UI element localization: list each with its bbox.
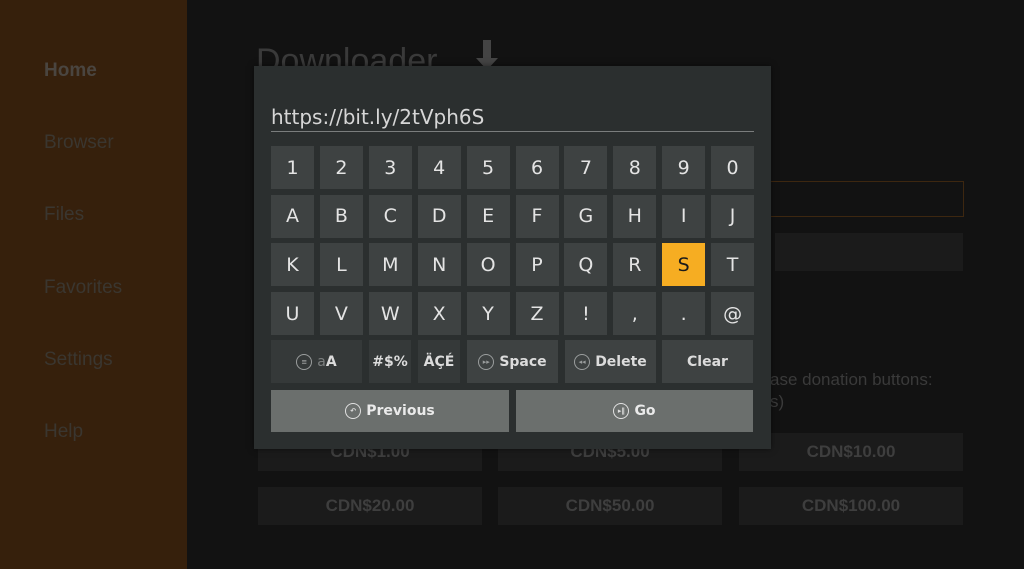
case-upper-label: A <box>325 353 337 370</box>
donation-text-line1: ase donation buttons: <box>770 370 933 389</box>
key-p[interactable]: P <box>515 243 559 287</box>
donation-text: ase donation buttons: s) <box>770 369 933 413</box>
delete-key[interactable]: ◂◂ Delete <box>565 340 656 383</box>
key-8[interactable]: 8 <box>613 146 657 189</box>
key-z[interactable]: Z <box>515 292 559 336</box>
key-2[interactable]: 2 <box>319 146 363 189</box>
key-d[interactable]: D <box>417 194 461 238</box>
previous-button[interactable]: ↶ Previous <box>271 390 509 432</box>
key-symbol[interactable]: @ <box>711 292 755 336</box>
menu-icon: ≡ <box>296 353 313 370</box>
space-label: Space <box>499 353 547 370</box>
go-button[interactable]: ▸‖ Go <box>516 390 753 432</box>
donation-button-10[interactable]: CDN$10.00 <box>739 433 963 471</box>
key-w[interactable]: W <box>368 292 412 336</box>
case-toggle-key[interactable]: ≡ aA <box>271 340 362 383</box>
key-6[interactable]: 6 <box>515 146 559 189</box>
accents-key[interactable]: ÄÇÉ <box>418 340 460 383</box>
key-l[interactable]: L <box>319 243 363 287</box>
key-e[interactable]: E <box>466 194 510 238</box>
delete-label: Delete <box>595 353 647 370</box>
sidebar: Home Browser Files Favorites Settings He… <box>0 0 187 569</box>
key-k[interactable]: K <box>271 243 314 287</box>
key-h[interactable]: H <box>613 194 657 238</box>
key-j[interactable]: J <box>711 194 755 238</box>
key-1[interactable]: 1 <box>271 146 314 189</box>
fast-forward-icon: ▸▸ <box>478 353 495 370</box>
sidebar-item-home[interactable]: Home <box>44 60 97 82</box>
url-field-background[interactable] <box>760 181 964 217</box>
donation-text-line2: s) <box>770 392 785 411</box>
key-5[interactable]: 5 <box>466 146 510 189</box>
key-symbol[interactable]: , <box>613 292 657 336</box>
key-a[interactable]: A <box>271 194 314 238</box>
donation-button-50[interactable]: CDN$50.00 <box>498 487 722 525</box>
sidebar-item-favorites[interactable]: Favorites <box>44 277 122 299</box>
key-i[interactable]: I <box>662 194 706 238</box>
url-input[interactable]: https://bit.ly/2tVph6S <box>271 104 754 132</box>
key-m[interactable]: M <box>368 243 412 287</box>
play-pause-icon: ▸‖ <box>613 403 630 419</box>
key-x[interactable]: X <box>417 292 461 336</box>
key-symbol[interactable]: . <box>662 292 706 336</box>
key-r[interactable]: R <box>613 243 657 287</box>
sidebar-item-help[interactable]: Help <box>44 421 83 443</box>
key-q[interactable]: Q <box>564 243 608 287</box>
key-b[interactable]: B <box>319 194 363 238</box>
clear-key[interactable]: Clear <box>662 340 753 383</box>
go-label: Go <box>634 403 656 419</box>
key-c[interactable]: C <box>368 194 412 238</box>
back-icon: ↶ <box>345 403 362 419</box>
sidebar-item-files[interactable]: Files <box>44 204 84 226</box>
key-7[interactable]: 7 <box>564 146 608 189</box>
key-v[interactable]: V <box>319 292 363 336</box>
rewind-icon: ◂◂ <box>574 353 591 370</box>
previous-label: Previous <box>366 403 435 419</box>
space-key[interactable]: ▸▸ Space <box>467 340 558 383</box>
key-0[interactable]: 0 <box>711 146 755 189</box>
key-o[interactable]: O <box>466 243 510 287</box>
key-3[interactable]: 3 <box>368 146 412 189</box>
sidebar-item-browser[interactable]: Browser <box>44 132 114 154</box>
key-g[interactable]: G <box>564 194 608 238</box>
sidebar-item-settings[interactable]: Settings <box>44 349 113 371</box>
key-t[interactable]: T <box>711 243 755 287</box>
symbols-key[interactable]: #$% <box>369 340 411 383</box>
case-lower-label: a <box>317 353 326 370</box>
key-s[interactable]: S <box>662 243 706 287</box>
donation-button-100[interactable]: CDN$100.00 <box>739 487 963 525</box>
key-symbol[interactable]: ! <box>564 292 608 336</box>
key-y[interactable]: Y <box>466 292 510 336</box>
key-u[interactable]: U <box>271 292 314 336</box>
key-n[interactable]: N <box>417 243 461 287</box>
donation-button-20[interactable]: CDN$20.00 <box>258 487 482 525</box>
keyboard-dialog: https://bit.ly/2tVph6S 1234567890ABCDEFG… <box>254 66 771 449</box>
key-f[interactable]: F <box>515 194 559 238</box>
go-button-background[interactable] <box>775 233 963 271</box>
key-4[interactable]: 4 <box>417 146 461 189</box>
key-9[interactable]: 9 <box>662 146 706 189</box>
